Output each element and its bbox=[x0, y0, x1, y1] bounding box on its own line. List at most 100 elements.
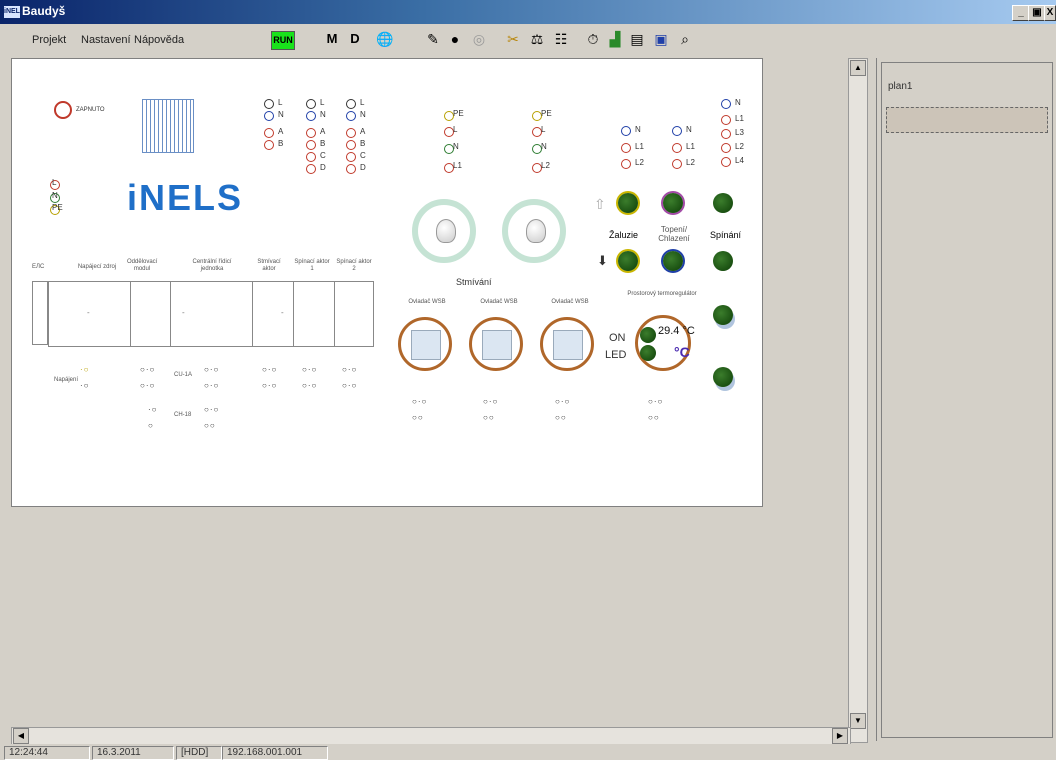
clock-icon[interactable]: ⏱ bbox=[584, 30, 602, 48]
supply-led-label: L1 bbox=[453, 161, 462, 170]
title-bar: iNELS Baudyš _ ▣ X bbox=[0, 0, 1056, 24]
blinds-label: Žaluzie bbox=[609, 230, 639, 240]
terminal: ○·○ bbox=[342, 381, 358, 390]
module-led bbox=[306, 99, 316, 109]
terminal: ○○ bbox=[648, 413, 660, 422]
wsb-switch-3[interactable] bbox=[540, 317, 594, 371]
menu-projekt[interactable]: Projekt bbox=[32, 34, 66, 46]
module-led-label: A bbox=[320, 127, 326, 136]
elko-logo bbox=[142, 99, 194, 153]
right-led-label: L3 bbox=[735, 128, 744, 137]
dash: - bbox=[182, 308, 185, 317]
divider bbox=[334, 282, 335, 346]
module-led-label: C bbox=[360, 151, 366, 160]
cooling-button[interactable] bbox=[663, 251, 683, 271]
supply-led-label: PE bbox=[541, 109, 552, 118]
pair-led-label: L1 bbox=[635, 142, 644, 151]
module-header: Stmívací aktor bbox=[257, 259, 281, 272]
blinds-up-button[interactable] bbox=[618, 193, 638, 213]
menu-bar: Projekt Nastavení Nápověda bbox=[10, 28, 207, 50]
supply-led-label: N bbox=[541, 142, 547, 151]
monitor-icon[interactable]: ▣ bbox=[652, 30, 670, 48]
switch-3-button[interactable] bbox=[713, 305, 733, 325]
pair-led-label: L2 bbox=[635, 158, 644, 167]
m-button[interactable]: M bbox=[323, 30, 341, 48]
bulb-icon bbox=[436, 219, 456, 243]
heating-button[interactable] bbox=[663, 193, 683, 213]
coin-icon[interactable]: ● bbox=[446, 30, 464, 48]
bulb-icon bbox=[526, 219, 546, 243]
thermostat[interactable] bbox=[635, 315, 691, 371]
module-header: Spínací aktor 1 bbox=[294, 259, 330, 272]
module-led bbox=[346, 140, 356, 150]
network-icon[interactable]: ☷ bbox=[552, 30, 570, 48]
thermostat-led-button[interactable] bbox=[640, 345, 656, 361]
scroll-down-icon[interactable]: ▼ bbox=[850, 713, 866, 729]
supply-led-label: L bbox=[453, 125, 458, 134]
run-button[interactable]: RUN bbox=[271, 31, 295, 50]
terminal: ○·○ bbox=[555, 397, 571, 406]
module-header: Spínací aktor 2 bbox=[336, 259, 372, 272]
on-label: ON bbox=[609, 332, 626, 344]
horizontal-scrollbar[interactable]: ◀ ▶ bbox=[11, 727, 851, 745]
vertical-scrollbar[interactable]: ▲ ▼ bbox=[848, 58, 868, 743]
module-led-label: A bbox=[278, 127, 284, 136]
module-led-label: A bbox=[360, 127, 366, 136]
switch-4-button[interactable] bbox=[713, 367, 733, 387]
module-led bbox=[306, 164, 316, 174]
light-2-button[interactable] bbox=[502, 199, 566, 263]
close-button[interactable]: X bbox=[1044, 5, 1056, 21]
globe-icon[interactable]: 🌐 bbox=[376, 30, 394, 48]
search-icon[interactable]: ⌕ bbox=[676, 30, 694, 48]
module-led bbox=[346, 128, 356, 138]
scale-icon[interactable]: ⚖ bbox=[528, 30, 546, 48]
terminal: ○○ bbox=[412, 413, 424, 422]
right-led-label: L1 bbox=[735, 114, 744, 123]
document-icon[interactable]: ▤ bbox=[628, 30, 646, 48]
switch-1-button[interactable] bbox=[713, 193, 733, 213]
d-button[interactable]: D bbox=[346, 30, 364, 48]
module-led-label: B bbox=[278, 139, 284, 148]
thermostat-on-button[interactable] bbox=[640, 327, 656, 343]
menu-nastaveni[interactable]: Nastavení bbox=[81, 34, 131, 46]
terminal: ○·○ bbox=[648, 397, 664, 406]
blinds-down-button[interactable] bbox=[618, 251, 638, 271]
switching-label: Spínání bbox=[710, 230, 742, 240]
terminal: ○·○ bbox=[204, 381, 220, 390]
switch-2-button[interactable] bbox=[713, 251, 733, 271]
tools-icon[interactable]: ✂ bbox=[504, 30, 522, 48]
scroll-right-icon[interactable]: ▶ bbox=[832, 728, 848, 744]
wsb-switch-2[interactable] bbox=[469, 317, 523, 371]
terminal: ○○ bbox=[204, 421, 216, 430]
module-header: Napájecí zdroj bbox=[77, 264, 117, 270]
module-led bbox=[346, 164, 356, 174]
scroll-up-icon[interactable]: ▲ bbox=[850, 60, 866, 76]
plan-item[interactable]: plan1 bbox=[888, 81, 912, 92]
status-bar: 12:24:44 16.3.2011 [HDD] 192.168.001.001 bbox=[0, 744, 1056, 760]
light-1-button[interactable] bbox=[412, 199, 476, 263]
pen-icon[interactable]: ✎ bbox=[424, 30, 442, 48]
module-box bbox=[32, 281, 48, 345]
terminal: ○○ bbox=[483, 413, 495, 422]
pair-led-label: N bbox=[686, 125, 692, 134]
module-led bbox=[264, 128, 274, 138]
module-header: ЕЛС bbox=[32, 264, 45, 270]
wsb-switch-1[interactable] bbox=[398, 317, 452, 371]
scroll-left-icon[interactable]: ◀ bbox=[13, 728, 29, 744]
module-led-label: D bbox=[360, 163, 366, 172]
module-led-label: D bbox=[320, 163, 326, 172]
chart-icon[interactable]: ▟ bbox=[606, 30, 624, 48]
cu2-label: CH-18 bbox=[174, 412, 192, 418]
plan-selection[interactable] bbox=[886, 107, 1048, 133]
temperature-readout: 29.4 °C bbox=[658, 325, 695, 337]
plan-list: plan1 bbox=[881, 62, 1053, 738]
wsb-label: Ovladač WSB bbox=[551, 299, 589, 305]
module-led bbox=[306, 111, 316, 121]
plan-panel: plan1 bbox=[876, 58, 1056, 741]
cu-label: CU-1A bbox=[174, 372, 193, 378]
power-led bbox=[54, 101, 72, 119]
menu-napoveda[interactable]: Nápověda bbox=[134, 34, 184, 46]
napajeni-label: Napájení bbox=[54, 377, 79, 383]
right-led bbox=[721, 157, 731, 167]
disc-icon[interactable]: ◎ bbox=[470, 30, 488, 48]
